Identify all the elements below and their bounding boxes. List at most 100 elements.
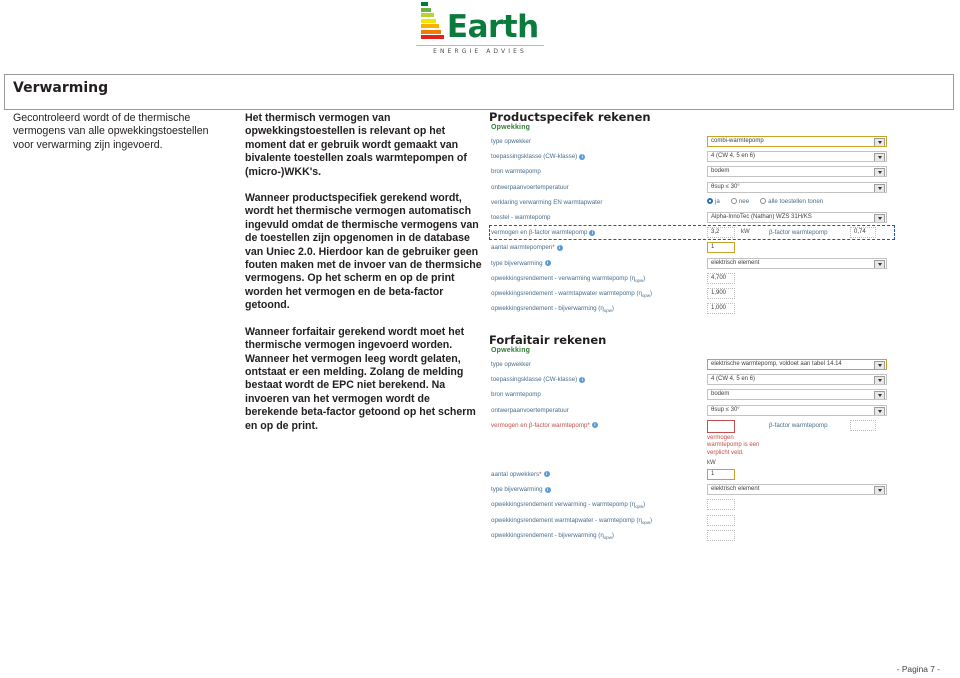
form-row: bron warmtepomp bodem xyxy=(489,389,895,403)
select-field[interactable]: elektrische warmtepomp, voldoet aan tabe… xyxy=(707,359,887,370)
select-field[interactable]: θsup ≤ 30° xyxy=(707,404,887,416)
info-icon[interactable]: i xyxy=(543,471,550,478)
form-row: ontwerpaanvoertemperatuur θsup ≤ 30° xyxy=(489,181,895,196)
form-row: type opwekker combi-warmtepomp xyxy=(489,136,895,150)
radio-group[interactable]: ja nee alle toestellen tonen xyxy=(707,198,830,205)
form-row: toepassingsklasse (CW-klasse) i 4 (CW 4, 5… xyxy=(489,151,895,165)
select-field[interactable]: bodem xyxy=(707,389,887,401)
chevron-down-icon[interactable] xyxy=(874,486,885,495)
form-row: opwekkingsrendement - verwarming warmtep… xyxy=(489,272,895,287)
energy-bar-1 xyxy=(421,7,431,12)
field-label: type bijverwarming i xyxy=(491,486,551,493)
form-row: toepassingsklasse (CW-klasse) i 4 (CW 4, 5… xyxy=(489,374,895,388)
validation-error-message: vermogen warmtepomp is een verplicht vel… xyxy=(707,434,760,456)
chevron-down-icon[interactable] xyxy=(874,183,885,192)
chevron-down-icon[interactable] xyxy=(874,259,885,268)
field-label: toepassingsklasse (CW-klasse) i xyxy=(491,153,586,160)
chevron-down-icon[interactable] xyxy=(874,214,885,222)
form-row: type opwekker elektrische warmtepomp, vol… xyxy=(489,359,895,373)
form-row: vermogen en β-factor warmtepomp i 3,2 kW β-f… xyxy=(489,227,895,241)
field-label: opwekkingsrendement - bijverwarming (ηop… xyxy=(491,305,614,314)
field-label: vermogen en β-factor warmtepomp i xyxy=(491,229,596,236)
energy-bar-3 xyxy=(421,18,437,23)
unit-label: kW xyxy=(741,229,750,236)
productspecifiek-form: Opwekking type opwekker combi-warmtepomp to… xyxy=(489,124,895,326)
field-label: type bijverwarming i xyxy=(491,260,551,267)
chevron-down-icon[interactable] xyxy=(874,361,885,369)
paragraph-2: Wanneer forfaitair gerekend wordt moet h… xyxy=(245,325,476,432)
logo-subtitle: ENERGIE ADVIES xyxy=(433,47,527,55)
form-row: ontwerpaanvoertemperatuur θsup ≤ 30° xyxy=(489,404,895,419)
radio-option-0[interactable]: ja xyxy=(707,198,720,205)
page-footer: - Pagina 7 - xyxy=(896,664,940,674)
info-icon[interactable]: i xyxy=(579,376,586,383)
select-field[interactable]: elektrisch element xyxy=(707,484,887,496)
info-icon[interactable]: i xyxy=(544,486,551,493)
info-icon[interactable]: i xyxy=(556,244,563,251)
chevron-down-icon[interactable] xyxy=(874,391,885,400)
select-field[interactable]: 4 (CW 4, 5 en 6) xyxy=(707,374,887,386)
logo-wordmark: Earth xyxy=(446,8,539,45)
form-row: opwekkingsrendement - bijverwarming (ηop… xyxy=(489,529,895,544)
form-group-heading: Opwekking xyxy=(491,347,531,354)
form-row: type bijverwarming i elektrisch element xyxy=(489,484,895,498)
logo-divider xyxy=(416,44,544,46)
field-label: aantal opwekkers* i xyxy=(491,471,550,478)
forfaitair-title: Forfaitair rekenen xyxy=(489,333,607,347)
form-row: verklaring verwarming EN warmtapwater ja n… xyxy=(489,197,895,211)
aantal-input[interactable]: 1 xyxy=(707,469,735,480)
energy-bar-4 xyxy=(421,24,439,28)
select-field[interactable]: combi-warmtepomp xyxy=(707,136,887,147)
info-icon[interactable]: i xyxy=(544,259,551,266)
radio-option-2[interactable]: alle toestellen tonen xyxy=(760,198,823,205)
field-label: bron warmtepomp xyxy=(491,391,541,399)
radio-button[interactable] xyxy=(707,198,713,205)
select-field[interactable]: elektrisch element xyxy=(707,257,887,269)
field-label: bron warmtepomp xyxy=(491,168,541,176)
chevron-down-icon[interactable] xyxy=(874,406,885,415)
energy-label-bars-icon xyxy=(421,2,444,43)
aantal-input[interactable]: 1 xyxy=(707,242,735,254)
form-row: aantal opwekkers* i 1 xyxy=(489,469,895,483)
field-label: type opwekker xyxy=(491,138,531,145)
info-icon[interactable]: i xyxy=(591,422,598,429)
energy-bar-2 xyxy=(421,13,434,17)
rendement-value xyxy=(707,499,735,511)
rendement-value: 1,000 xyxy=(707,303,735,315)
radio-button[interactable] xyxy=(760,198,767,205)
form-group-heading: Opwekking xyxy=(491,124,531,131)
chevron-down-icon[interactable] xyxy=(874,138,885,146)
radio-label: alle toestellen tonen xyxy=(768,197,824,205)
field-label: opwekkingsrendement warmtapwater - warmt… xyxy=(491,516,653,525)
left-text-column: Gecontroleerd wordt of de thermische ver… xyxy=(13,112,228,163)
select-field[interactable]: bodem xyxy=(707,166,887,178)
paragraph-1: Wanneer productspecifiek gerekend wordt,… xyxy=(245,192,482,312)
field-label: toepassingsklasse (CW-klasse) i xyxy=(491,376,586,383)
middle-text-column: Het thermisch vermogen van opwekkingstoe… xyxy=(245,112,483,444)
rendement-value xyxy=(707,514,735,526)
page-title: Verwarming xyxy=(13,80,109,96)
select-field[interactable]: Alpha-InnoTec (Nathan) WZS 31H/KS xyxy=(707,212,887,223)
field-label: toestel - warmtepomp xyxy=(491,214,551,221)
select-field[interactable]: θsup ≤ 30° xyxy=(707,181,887,193)
vermogen-input[interactable]: 3,2 xyxy=(707,227,735,239)
unit-label: kW xyxy=(707,459,716,466)
forfaitair-form: Opwekking type opwekker elektrische warmte… xyxy=(489,347,895,577)
energy-bar-6 xyxy=(421,35,444,39)
chevron-down-icon[interactable] xyxy=(874,153,885,162)
form-row: vermogen en β-factor warmtepomp* i β-facto… xyxy=(489,419,895,466)
rendement-value: 1,900 xyxy=(707,288,735,299)
form-row: opwekkingsrendement verwarming - warmtep… xyxy=(489,499,895,513)
radio-option-1[interactable]: nee xyxy=(730,198,749,205)
info-icon[interactable]: i xyxy=(589,229,596,236)
radio-button[interactable] xyxy=(730,198,737,205)
field-label: type opwekker xyxy=(491,361,531,368)
field-label: aantal warmtepompen* i xyxy=(491,244,563,251)
select-field[interactable]: 4 (CW 4, 5 en 6) xyxy=(707,151,887,163)
form-row: type bijverwarming i elektrisch element xyxy=(489,257,895,272)
paragraph-0: Gecontroleerd wordt of de thermische ver… xyxy=(13,112,209,151)
info-icon[interactable]: i xyxy=(579,153,586,160)
chevron-down-icon[interactable] xyxy=(874,168,885,177)
vermogen-input[interactable] xyxy=(707,419,735,433)
chevron-down-icon[interactable] xyxy=(874,376,885,385)
